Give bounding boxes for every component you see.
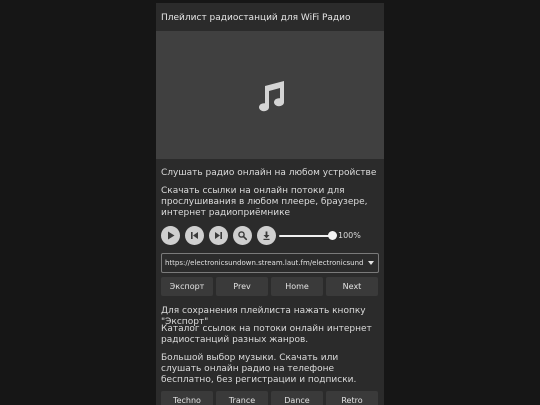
catalog-text: Каталог ссылок на потоки онлайн интернет… xyxy=(161,324,372,345)
play-button[interactable] xyxy=(161,226,180,245)
prev-button[interactable]: Prev xyxy=(216,277,268,296)
download-button[interactable] xyxy=(257,226,276,245)
station-select[interactable]: https://electronicsundown.stream.laut.fm… xyxy=(161,253,379,273)
genre-button-dance[interactable]: Dance xyxy=(271,391,323,405)
choice-text: Большой выбор музыки. Скачать или слушат… xyxy=(161,353,357,385)
genre-button-techno[interactable]: Techno xyxy=(161,391,213,405)
previous-icon xyxy=(191,232,198,239)
search-icon xyxy=(238,231,248,241)
genre-button-retro[interactable]: Retro xyxy=(326,391,378,405)
cover-art xyxy=(156,31,384,159)
previous-button[interactable] xyxy=(185,226,204,245)
intro-line-2: Скачать ссылки на онлайн потоки для прос… xyxy=(161,186,368,218)
page-title: Плейлист радиостанций для WiFi Радио xyxy=(161,13,351,23)
genre-button-trance[interactable]: Trance xyxy=(216,391,268,405)
nav-buttons: Экспорт Prev Home Next xyxy=(161,277,379,296)
next-icon xyxy=(215,232,222,239)
play-icon xyxy=(168,231,175,240)
chevron-down-icon xyxy=(368,261,374,265)
music-note-icon xyxy=(259,81,285,112)
playlist-panel: Плейлист радиостанций для WiFi Радио Слу… xyxy=(156,3,384,405)
home-button[interactable]: Home xyxy=(271,277,323,296)
volume-slider-handle[interactable] xyxy=(327,231,337,240)
player-controls: 100% xyxy=(161,226,379,246)
next-button[interactable] xyxy=(209,226,228,245)
download-icon xyxy=(263,231,270,240)
volume-label: 100% xyxy=(338,231,361,240)
search-button[interactable] xyxy=(233,226,252,245)
genre-buttons: Techno Trance Dance Retro xyxy=(161,391,379,405)
intro-line-1: Слушать радио онлайн на любом устройстве xyxy=(161,168,377,178)
next-page-button[interactable]: Next xyxy=(326,277,378,296)
station-select-value: https://electronicsundown.stream.laut.fm… xyxy=(165,259,363,267)
volume-slider[interactable] xyxy=(279,235,332,237)
export-button[interactable]: Экспорт xyxy=(161,277,213,296)
